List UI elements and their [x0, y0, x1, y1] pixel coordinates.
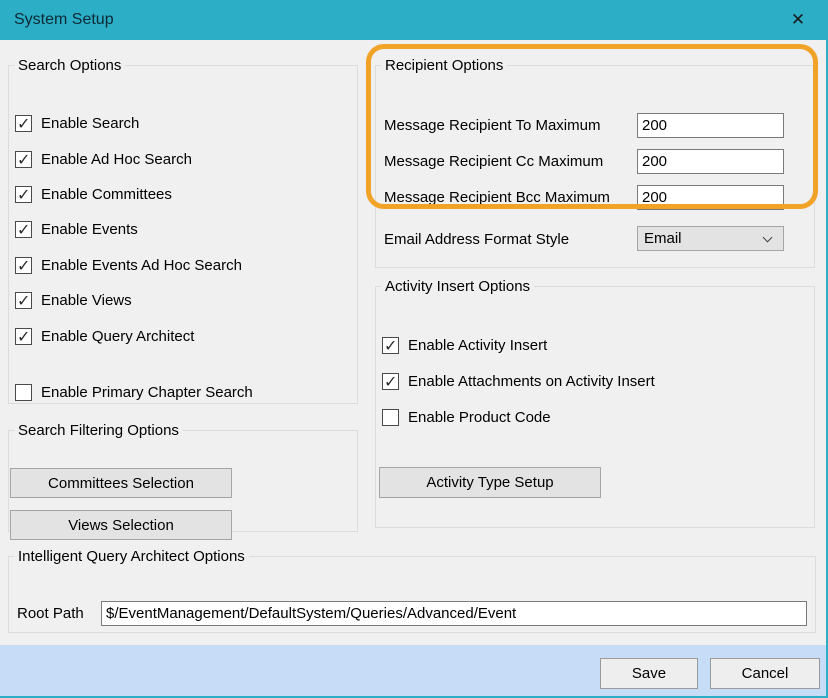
root-path-input[interactable] [101, 601, 807, 626]
enable-primary-chapter-search-checkbox[interactable] [15, 384, 32, 401]
recipient-options-group: Recipient Options Message Recipient To M… [375, 57, 815, 268]
enable-primary-chapter-search-label: Enable Primary Chapter Search [41, 384, 253, 401]
enable-search-label: Enable Search [41, 115, 139, 132]
recipient-options-title: Recipient Options [381, 57, 507, 74]
enable-query-architect-label: Enable Query Architect [41, 328, 194, 345]
enable-events-ad-hoc-search-checkbox[interactable] [15, 257, 32, 274]
search-options-group: Search Options Enable Search Enable Ad H… [8, 57, 358, 404]
recipient-to-max-label: Message Recipient To Maximum [384, 117, 600, 134]
checkbox-row-enable-product-code: Enable Product Code [382, 409, 551, 426]
recipient-bcc-max-input[interactable] [637, 185, 784, 210]
activity-insert-options-group: Activity Insert Options Enable Activity … [375, 278, 815, 528]
checkbox-row-enable-views: Enable Views [15, 292, 132, 309]
enable-product-code-checkbox[interactable] [382, 409, 399, 426]
checkbox-row-enable-primary-chapter-search: Enable Primary Chapter Search [15, 384, 253, 401]
titlebar: System Setup [0, 0, 826, 40]
enable-events-checkbox[interactable] [15, 221, 32, 238]
enable-committees-checkbox[interactable] [15, 186, 32, 203]
recipient-bcc-max-label: Message Recipient Bcc Maximum [384, 189, 610, 206]
query-architect-options-group: Intelligent Query Architect Options Root… [8, 548, 816, 633]
enable-committees-label: Enable Committees [41, 186, 172, 203]
enable-views-label: Enable Views [41, 292, 132, 309]
activity-type-setup-button[interactable]: Activity Type Setup [379, 467, 601, 498]
search-filtering-options-title: Search Filtering Options [14, 422, 183, 439]
enable-activity-insert-checkbox[interactable] [382, 337, 399, 354]
activity-insert-options-title: Activity Insert Options [381, 278, 534, 295]
cancel-button[interactable]: Cancel [710, 658, 820, 689]
search-options-title: Search Options [14, 57, 125, 74]
enable-attachments-on-activity-insert-label: Enable Attachments on Activity Insert [408, 373, 655, 390]
enable-ad-hoc-search-label: Enable Ad Hoc Search [41, 151, 192, 168]
enable-attachments-on-activity-insert-checkbox[interactable] [382, 373, 399, 390]
search-filtering-options-group: Search Filtering Options Committees Sele… [8, 422, 358, 532]
window-title: System Setup [14, 11, 114, 29]
committees-selection-button[interactable]: Committees Selection [10, 468, 232, 498]
email-format-style-dropdown[interactable]: Email [637, 226, 784, 251]
enable-product-code-label: Enable Product Code [408, 409, 551, 426]
email-format-style-label: Email Address Format Style [384, 231, 569, 248]
checkbox-row-enable-ad-hoc-search: Enable Ad Hoc Search [15, 151, 192, 168]
enable-ad-hoc-search-checkbox[interactable] [15, 151, 32, 168]
recipient-cc-max-label: Message Recipient Cc Maximum [384, 153, 603, 170]
enable-search-checkbox[interactable] [15, 115, 32, 132]
checkbox-row-enable-query-architect: Enable Query Architect [15, 328, 194, 345]
close-icon[interactable]: ✕ [778, 0, 818, 40]
enable-events-label: Enable Events [41, 221, 138, 238]
checkbox-row-enable-activity-insert: Enable Activity Insert [382, 337, 547, 354]
checkbox-row-enable-events: Enable Events [15, 221, 138, 238]
system-setup-dialog: System Setup ✕ Search Options Enable Sea… [0, 0, 828, 698]
checkbox-row-enable-events-ad-hoc-search: Enable Events Ad Hoc Search [15, 257, 242, 274]
recipient-cc-max-input[interactable] [637, 149, 784, 174]
enable-activity-insert-label: Enable Activity Insert [408, 337, 547, 354]
checkbox-row-enable-attachments-on-activity-insert: Enable Attachments on Activity Insert [382, 373, 655, 390]
enable-query-architect-checkbox[interactable] [15, 328, 32, 345]
email-format-style-value: Email [644, 230, 682, 247]
save-button[interactable]: Save [600, 658, 698, 689]
checkbox-row-enable-committees: Enable Committees [15, 186, 172, 203]
footer-bar: Save Cancel [0, 645, 826, 698]
root-path-label: Root Path [17, 605, 84, 622]
enable-views-checkbox[interactable] [15, 292, 32, 309]
query-architect-options-title: Intelligent Query Architect Options [14, 548, 249, 565]
views-selection-button[interactable]: Views Selection [10, 510, 232, 540]
checkbox-row-enable-search: Enable Search [15, 115, 139, 132]
enable-events-ad-hoc-search-label: Enable Events Ad Hoc Search [41, 257, 242, 274]
chevron-down-icon [763, 233, 773, 243]
recipient-to-max-input[interactable] [637, 113, 784, 138]
